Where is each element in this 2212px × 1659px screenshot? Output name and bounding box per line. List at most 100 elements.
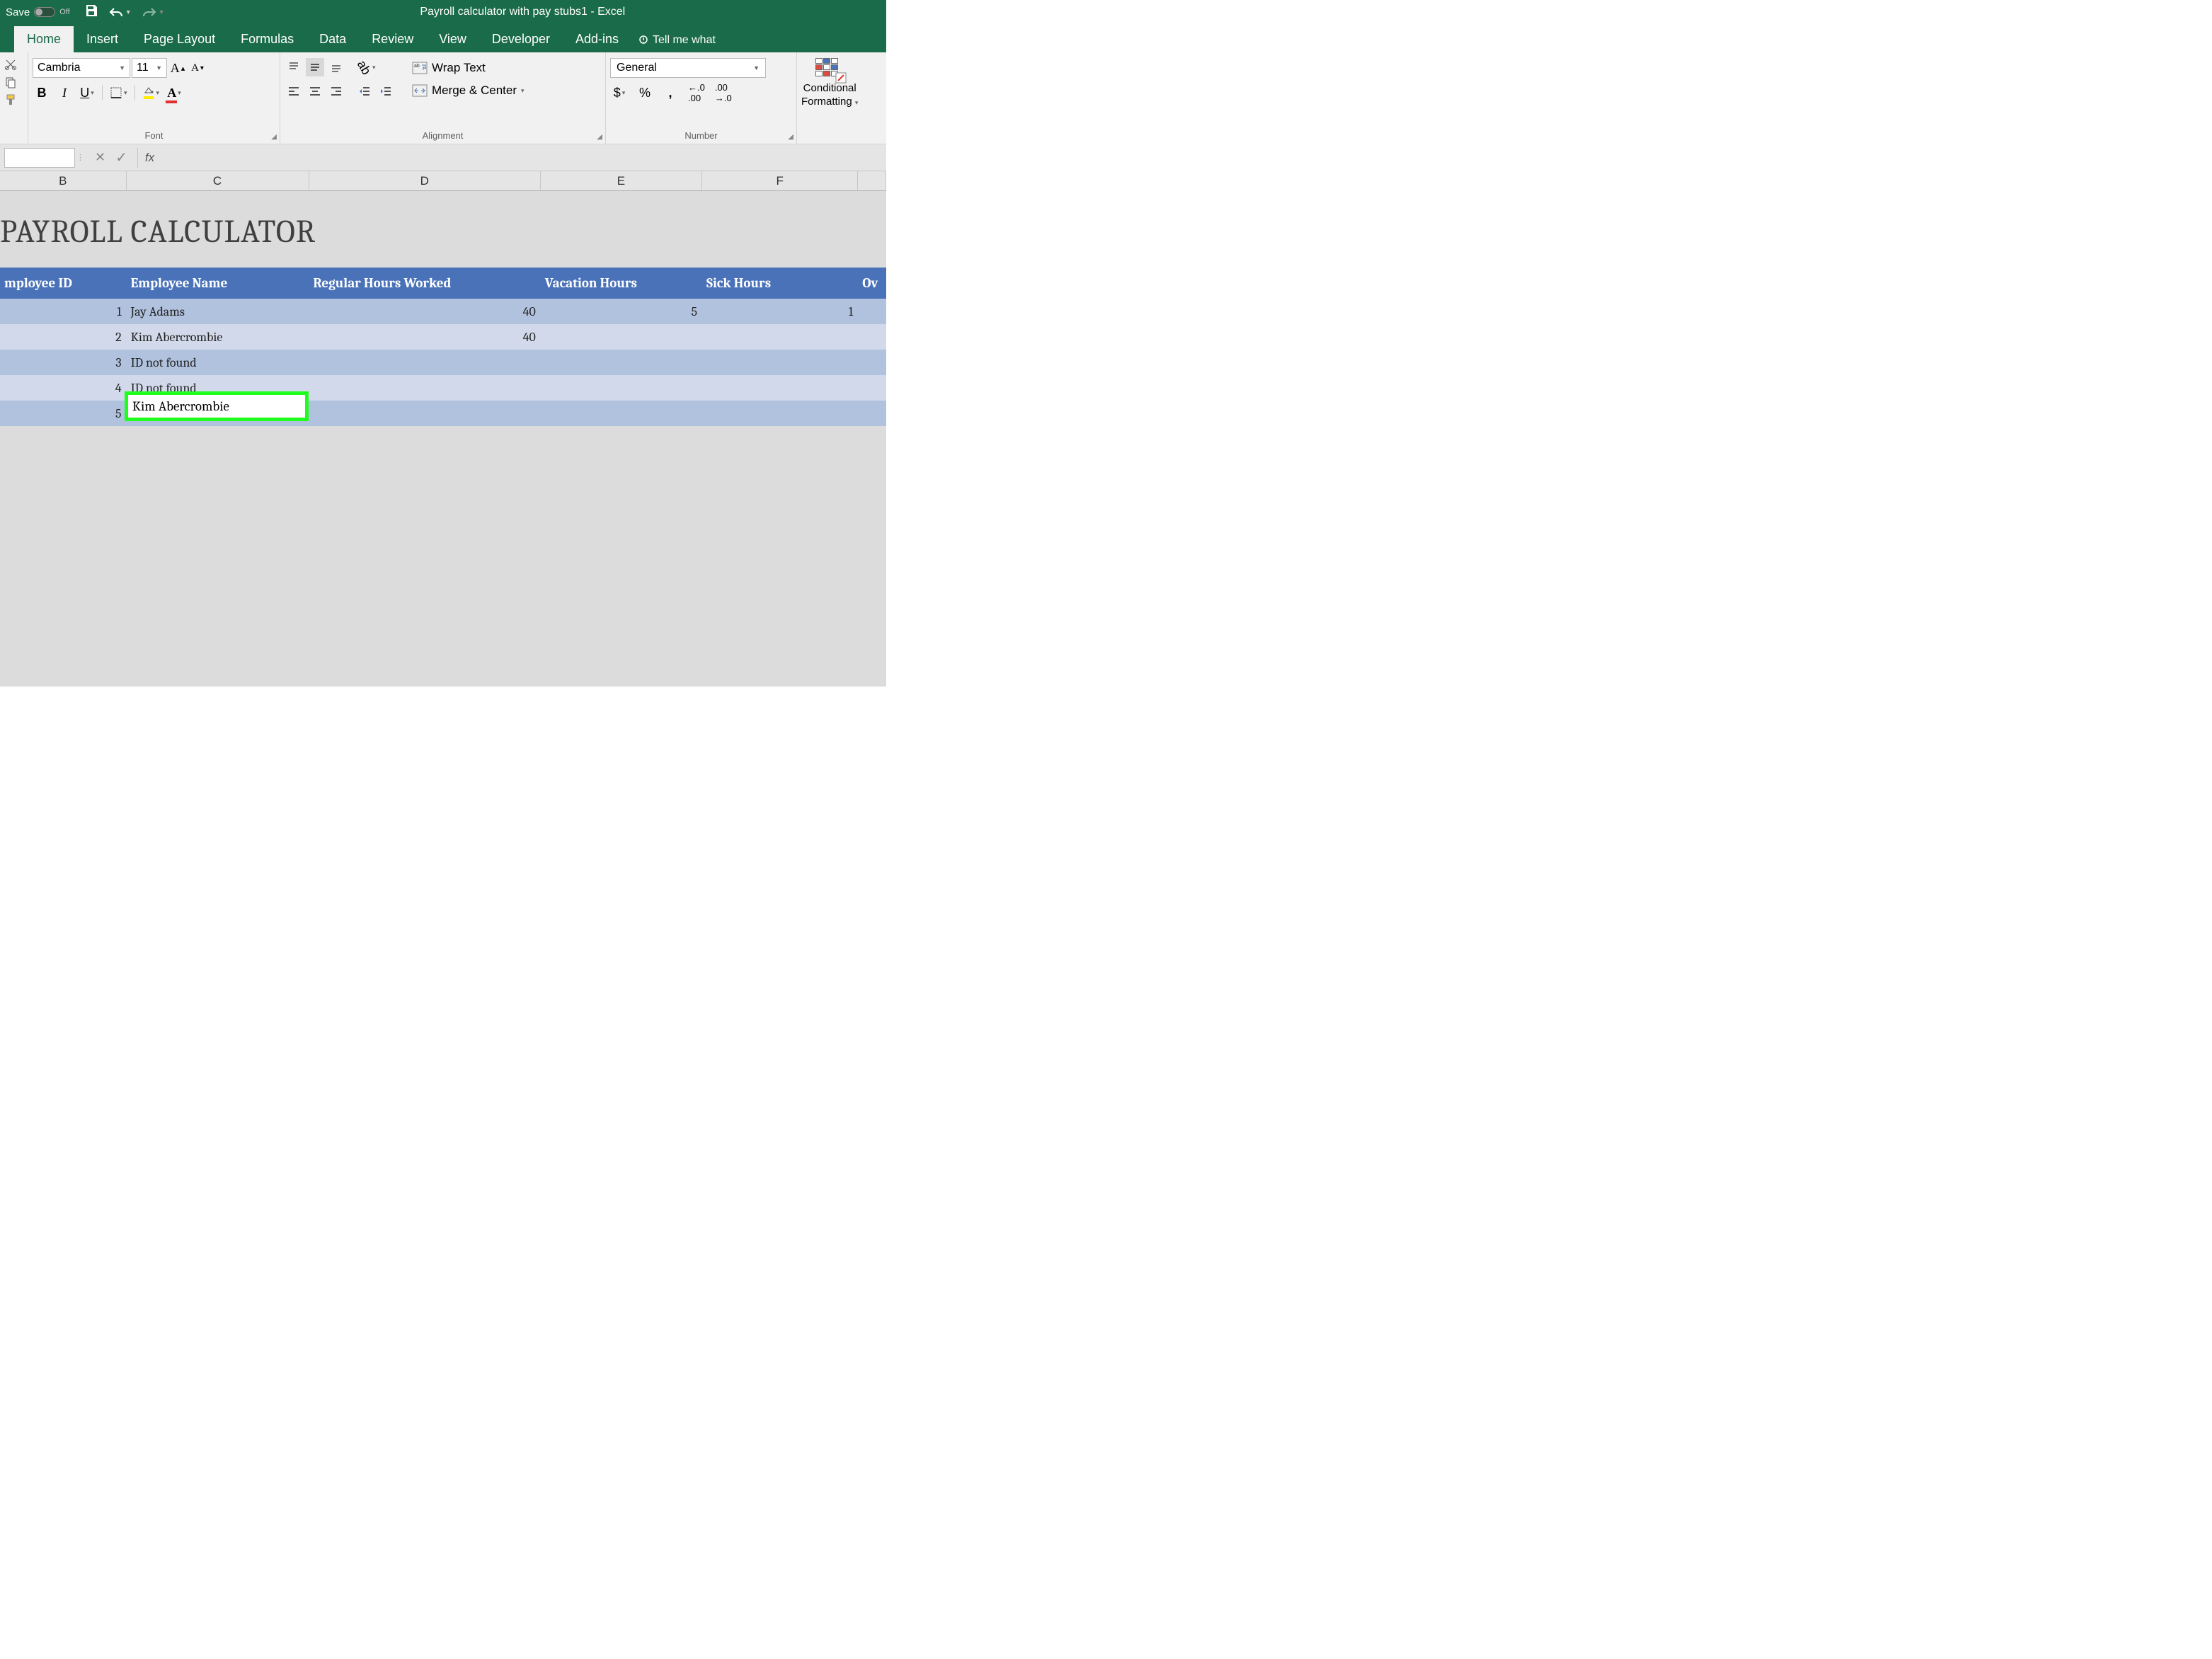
fx-label[interactable]: fx (138, 151, 161, 165)
column-header-E[interactable]: E (541, 171, 702, 190)
cell-regular-hours[interactable]: 40 (309, 299, 541, 324)
wrap-text-button[interactable]: ab Wrap Text (406, 58, 530, 78)
header-sick-hours[interactable]: Sick Hours (702, 268, 858, 299)
increase-indent-icon[interactable] (377, 82, 395, 101)
confirm-formula-icon[interactable]: ✓ (115, 149, 127, 166)
decrease-indent-icon[interactable] (355, 82, 374, 101)
redo-button[interactable]: ▼ (142, 6, 165, 18)
cell-regular-hours[interactable] (309, 350, 541, 375)
cell-overtime[interactable] (858, 401, 886, 426)
cell-employee-name[interactable]: ID not found (127, 350, 309, 375)
percent-format-button[interactable]: % (636, 84, 654, 102)
tab-home[interactable]: Home (14, 26, 74, 52)
header-overtime[interactable]: Ov (858, 268, 886, 299)
tab-insert[interactable]: Insert (74, 26, 131, 52)
cell-vacation-hours[interactable]: 5 (541, 299, 702, 324)
align-center-icon[interactable] (306, 82, 324, 101)
tell-me-search[interactable]: Tell me what (631, 28, 723, 52)
dialog-launcher-icon[interactable]: ◢ (788, 133, 793, 141)
cancel-formula-icon[interactable]: ✕ (95, 150, 105, 165)
decrease-decimal-button[interactable]: .00→.0 (714, 84, 733, 102)
tab-review[interactable]: Review (359, 26, 426, 52)
dialog-launcher-icon[interactable]: ◢ (271, 133, 277, 141)
cell-overtime[interactable] (858, 375, 886, 401)
cell-sick-hours[interactable]: 1 (702, 299, 858, 324)
cell-employee-id[interactable]: 4 (0, 375, 127, 401)
tab-developer[interactable]: Developer (479, 26, 563, 52)
font-name-select[interactable]: Cambria ▼ (33, 58, 130, 78)
clipboard-group (0, 52, 28, 144)
conditional-formatting-button[interactable]: Conditional Formatting ▾ (801, 58, 858, 108)
cell-overtime[interactable] (858, 350, 886, 375)
autosave-toggle-icon[interactable] (34, 7, 55, 17)
cell-employee-id[interactable]: 5 (0, 401, 127, 426)
orientation-icon[interactable]: ab▾ (355, 58, 377, 76)
accounting-format-button[interactable]: $▾ (610, 84, 629, 102)
column-header-D[interactable]: D (309, 171, 541, 190)
align-middle-icon[interactable] (306, 58, 324, 76)
format-painter-icon[interactable] (4, 93, 17, 108)
column-header-C[interactable]: C (127, 171, 309, 190)
column-header-F[interactable]: F (702, 171, 858, 190)
merge-center-button[interactable]: Merge & Center ▾ (406, 81, 530, 101)
increase-font-icon[interactable]: A▴ (168, 59, 187, 77)
cell-sick-hours[interactable] (702, 375, 858, 401)
fill-color-button[interactable]: ▾ (141, 84, 161, 102)
worksheet[interactable]: PAYROLL CALCULATOR mployee ID Employee N… (0, 191, 886, 687)
autosave-control[interactable]: Save Off (6, 6, 70, 18)
tab-addins[interactable]: Add-ins (563, 26, 631, 52)
header-regular-hours[interactable]: Regular Hours Worked (309, 268, 541, 299)
comma-format-button[interactable]: , (661, 84, 680, 102)
cell-vacation-hours[interactable] (541, 401, 702, 426)
cell-overtime[interactable] (858, 324, 886, 350)
tab-page-layout[interactable]: Page Layout (131, 26, 228, 52)
dropdown-caret-icon: ▼ (156, 64, 162, 71)
underline-button[interactable]: U▾ (78, 84, 96, 102)
cell-overtime[interactable] (858, 299, 886, 324)
align-right-icon[interactable] (327, 82, 345, 101)
borders-button[interactable]: ▾ (108, 84, 129, 102)
tab-view[interactable]: View (426, 26, 479, 52)
align-left-icon[interactable] (285, 82, 303, 101)
decrease-font-icon[interactable]: A▾ (188, 59, 207, 77)
cell-sick-hours[interactable] (702, 350, 858, 375)
cell-sick-hours[interactable] (702, 401, 858, 426)
bold-button[interactable]: B (33, 84, 51, 102)
name-box[interactable] (4, 148, 75, 168)
cell-vacation-hours[interactable] (541, 350, 702, 375)
cell-employee-name[interactable]: Kim Abercrombie (127, 324, 309, 350)
column-header-B[interactable]: B (0, 171, 127, 190)
cell-employee-name[interactable]: Jay Adams (127, 299, 309, 324)
header-employee-id[interactable]: mployee ID (0, 268, 127, 299)
tab-formulas[interactable]: Formulas (228, 26, 306, 52)
cell-vacation-hours[interactable] (541, 375, 702, 401)
formula-input[interactable] (161, 148, 886, 168)
cell-employee-id[interactable]: 1 (0, 299, 127, 324)
header-vacation-hours[interactable]: Vacation Hours (541, 268, 702, 299)
cell-employee-id[interactable]: 3 (0, 350, 127, 375)
cell-vacation-hours[interactable] (541, 324, 702, 350)
increase-decimal-button[interactable]: ←.0.00 (687, 84, 706, 102)
font-color-button[interactable]: A ▾ (165, 84, 183, 102)
italic-button[interactable]: I (55, 84, 74, 102)
cell-regular-hours[interactable] (309, 401, 541, 426)
align-top-icon[interactable] (285, 58, 303, 76)
name-box-caret-icon[interactable]: ⋮ (76, 153, 81, 162)
font-size-select[interactable]: 11 ▼ (132, 58, 167, 78)
copy-icon[interactable] (4, 76, 17, 91)
cell-employee-id[interactable]: 2 (0, 324, 127, 350)
cell-regular-hours[interactable] (309, 375, 541, 401)
align-bottom-icon[interactable] (327, 58, 345, 76)
highlighted-cell[interactable]: Kim Abercrombie (125, 391, 309, 421)
cell-regular-hours[interactable]: 40 (309, 324, 541, 350)
undo-button[interactable]: ▼ (108, 6, 132, 18)
tab-data[interactable]: Data (306, 26, 359, 52)
autosave-label: Save (6, 6, 30, 18)
dialog-launcher-icon[interactable]: ◢ (597, 133, 602, 141)
cut-icon[interactable] (4, 58, 17, 73)
cell-sick-hours[interactable] (702, 324, 858, 350)
column-header-G[interactable] (858, 171, 886, 190)
number-format-select[interactable]: General ▼ (610, 58, 766, 78)
save-icon[interactable] (84, 4, 98, 21)
header-employee-name[interactable]: Employee Name (127, 268, 309, 299)
